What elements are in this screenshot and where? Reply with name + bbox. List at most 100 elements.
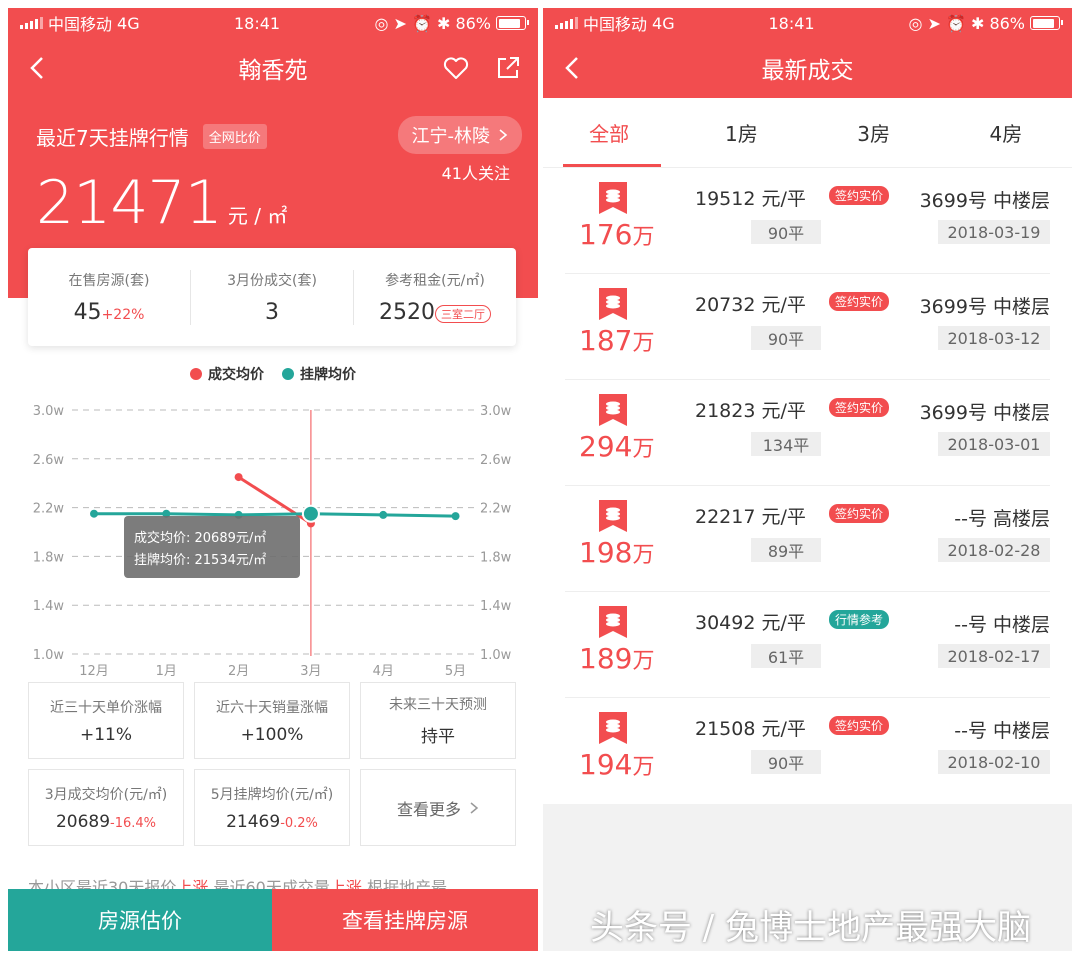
tooltip-box xyxy=(124,516,300,578)
stat-label: 在售房源(套) xyxy=(68,272,150,289)
metric-value: 持平 xyxy=(421,727,455,747)
signal-icon xyxy=(555,17,578,29)
followers-count: 41人关注 xyxy=(441,164,510,183)
view-more-button[interactable]: 查看更多 xyxy=(360,769,516,846)
deal-row[interactable]: 187万 20732 元/平 签约实价 90平 3699号 中楼层 2018-03-12 xyxy=(565,274,1050,380)
status-icons: ◎ ➤ ⏰ ✱ xyxy=(908,13,985,33)
deal-building: 3699号 中楼层 xyxy=(919,296,1050,318)
metric-change: -16.4% xyxy=(110,815,157,831)
metric-price-growth: 近三十天单价涨幅 +11% xyxy=(28,682,184,759)
y-tick-label-left: 1.4w xyxy=(33,599,65,614)
y-tick-label-left: 2.2w xyxy=(33,502,65,517)
metric-label: 近三十天单价涨幅 xyxy=(50,699,162,716)
share-icon[interactable] xyxy=(494,54,522,82)
tab-4room[interactable]: 4房 xyxy=(940,98,1072,167)
deal-row[interactable]: 176万 19512 元/平 签约实价 90平 3699号 中楼层 2018-03-19 xyxy=(565,168,1050,274)
deal-total-price: 194万 xyxy=(579,748,654,781)
metric-value: 21469 xyxy=(226,811,281,832)
deal-total-value: 198 xyxy=(579,536,633,569)
deal-total-value: 194 xyxy=(579,748,633,781)
series-line xyxy=(94,512,456,518)
y-tick-label-right: 1.0w xyxy=(480,648,512,663)
clock: 18:41 xyxy=(233,13,281,33)
deal-unit-price: 20732 元/平 xyxy=(695,294,806,316)
y-tick-label-right: 2.2w xyxy=(480,502,512,517)
view-listings-button[interactable]: 查看挂牌房源 xyxy=(272,889,538,951)
deal-row[interactable]: 189万 30492 元/平 行情参考 61平 --号 中楼层 2018-02-17 xyxy=(565,592,1050,698)
chevron-right-icon xyxy=(499,129,508,141)
deal-source-badge: 签约实价 xyxy=(829,716,890,735)
deal-area: 61平 xyxy=(751,644,821,668)
deal-row[interactable]: 294万 21823 元/平 签约实价 134平 3699号 中楼层 2018-03-01 xyxy=(565,380,1050,486)
metric-deal-avg: 3月成交均价(元/㎡) 20689-16.4% xyxy=(28,769,184,846)
data-point xyxy=(379,510,388,519)
compare-tag[interactable]: 全网比价 xyxy=(202,124,267,149)
stat-value: 45 xyxy=(73,299,102,325)
deal-total-price: 187万 xyxy=(579,324,654,357)
deal-bookmark-icon xyxy=(599,606,627,638)
deal-source-badge: 签约实价 xyxy=(829,398,890,417)
carrier-label: 中国移动 xyxy=(48,15,113,34)
back-arrow-icon[interactable] xyxy=(559,54,587,82)
navbar: 翰香苑 xyxy=(8,38,538,98)
deal-date: 2018-02-28 xyxy=(938,538,1050,562)
deals-list: 176万 19512 元/平 签约实价 90平 3699号 中楼层 2018-03-19 1… xyxy=(543,168,1072,804)
data-point xyxy=(234,473,243,482)
signal-icon xyxy=(20,17,43,29)
legend-listing: 挂牌均价 xyxy=(282,364,356,384)
deal-total-price: 189万 xyxy=(579,642,654,675)
area-selector[interactable]: 江宁-林陵 xyxy=(397,116,522,154)
estimate-button[interactable]: 房源估价 xyxy=(8,889,272,951)
deal-total-value: 176 xyxy=(579,218,633,251)
metric-forecast: 未来三十天预测 持平 xyxy=(360,682,516,759)
legend-dot xyxy=(282,368,294,380)
metric-label: 3月成交均价(元/㎡) xyxy=(44,786,168,803)
tab-all[interactable]: 全部 xyxy=(543,98,675,167)
heart-icon[interactable] xyxy=(442,54,470,82)
deal-bookmark-icon xyxy=(599,712,627,744)
view-more-label: 查看更多 xyxy=(396,799,461,819)
y-tick-label-left: 2.6w xyxy=(33,453,65,468)
x-tick-label: 2月 xyxy=(228,664,249,678)
legend-label: 成交均价 xyxy=(208,367,264,383)
legend-label: 挂牌均价 xyxy=(300,367,356,383)
battery-percent: 86% xyxy=(455,13,491,33)
room-filter-tabs: 全部 1房 3房 4房 xyxy=(543,98,1072,168)
deal-total-price: 198万 xyxy=(579,536,654,569)
deal-date: 2018-03-19 xyxy=(938,220,1050,244)
page-title: 最新成交 xyxy=(761,58,854,84)
deal-bookmark-icon xyxy=(599,182,627,214)
back-arrow-icon[interactable] xyxy=(24,54,52,82)
deal-unit-price: 30492 元/平 xyxy=(695,612,806,634)
metric-label: 5月挂牌均价(元/㎡) xyxy=(210,786,334,803)
tab-1room[interactable]: 1房 xyxy=(675,98,807,167)
data-point xyxy=(90,509,98,518)
deal-total-unit: 万 xyxy=(632,649,655,674)
deal-source-badge: 签约实价 xyxy=(829,504,890,523)
deal-total-value: 189 xyxy=(579,642,633,675)
legend-dot xyxy=(190,368,202,380)
x-tick-label: 1月 xyxy=(156,664,177,678)
y-tick-label-right: 1.8w xyxy=(480,550,512,565)
deal-area: 134平 xyxy=(751,432,821,456)
metric-label: 近六十天销量涨幅 xyxy=(216,699,328,716)
deal-building: --号 中楼层 xyxy=(954,720,1050,742)
deal-row[interactable]: 198万 22217 元/平 签约实价 89平 --号 高楼层 2018-02-28 xyxy=(565,486,1050,592)
y-tick-label-left: 1.8w xyxy=(33,550,65,565)
metric-listing-avg: 5月挂牌均价(元/㎡) 21469-0.2% xyxy=(194,769,350,846)
battery-icon xyxy=(496,16,529,30)
price-trend-chart[interactable]: 1.0w 1.0w 1.4w 1.4w 1.8w 1.8w 2.2w 2.2w 2.6w 2.6w… xyxy=(8,388,538,678)
stat-for-sale: 在售房源(套) 45+22% xyxy=(28,269,191,325)
deal-row[interactable]: 194万 21508 元/平 签约实价 90平 --号 中楼层 2018-02-10 xyxy=(565,698,1050,804)
stat-rent: 参考租金(元/㎡) 2520 三室二厅 xyxy=(354,270,516,325)
deal-total-price: 176万 xyxy=(579,218,654,251)
tab-3room[interactable]: 3房 xyxy=(808,98,940,167)
room-type-badge: 三室二厅 xyxy=(435,305,491,323)
deal-building: --号 中楼层 xyxy=(954,614,1050,636)
deal-unit-price: 19512 元/平 xyxy=(695,188,806,210)
deal-bookmark-icon xyxy=(599,500,627,532)
metric-value: 20689 xyxy=(55,811,111,832)
deal-unit-price: 21823 元/平 xyxy=(695,400,806,422)
right-screen: 中国移动 4G 18:41 ◎ ➤ ⏰ ✱ 86% 最新成交 全部 1房 3房 … xyxy=(543,8,1072,951)
deal-total-value: 187 xyxy=(579,324,633,357)
